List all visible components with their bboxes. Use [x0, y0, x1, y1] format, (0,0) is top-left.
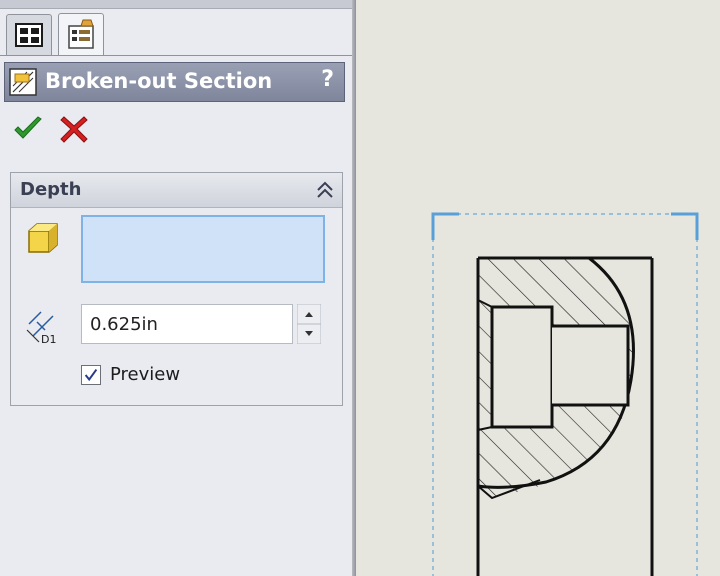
panel-top-strip: [0, 0, 352, 9]
dimension-label: D1: [41, 333, 56, 346]
checkmark-icon: [84, 369, 98, 382]
broken-out-section-icon: [9, 68, 37, 96]
panel-title: Broken-out Section: [45, 69, 273, 93]
feature-manager-tree-icon: [15, 23, 43, 47]
depth-value-input[interactable]: [81, 304, 293, 344]
depth-reference-selection-box[interactable]: [81, 215, 325, 283]
panel-title-bar: Broken-out Section ?: [4, 62, 345, 102]
depth-spinner[interactable]: [297, 304, 321, 344]
cube-icon: [28, 223, 58, 253]
preview-checkbox[interactable]: [81, 365, 101, 385]
cancel-button[interactable]: [58, 113, 90, 145]
drawing-canvas[interactable]: [356, 0, 720, 576]
depth-group-title: Depth: [20, 179, 82, 200]
spin-up-icon[interactable]: [297, 304, 321, 324]
collapse-chevron-icon[interactable]: [314, 178, 336, 202]
help-icon[interactable]: ?: [321, 67, 334, 92]
dimension-icon: D1: [26, 311, 56, 346]
depth-group: Depth D1 0.625in Preview: [10, 172, 343, 406]
preview-label: Preview: [110, 364, 181, 385]
tab-property-manager[interactable]: [58, 13, 104, 56]
depth-group-header[interactable]: Depth: [11, 173, 342, 208]
spin-down-icon[interactable]: [297, 324, 321, 344]
property-manager-icon: [68, 19, 94, 49]
tab-feature-manager[interactable]: [6, 14, 52, 55]
tab-row-divider: [0, 55, 352, 56]
property-manager-panel: Broken-out Section ? Depth D1 0.625in Pr…: [0, 0, 352, 576]
ok-button[interactable]: [12, 113, 44, 145]
